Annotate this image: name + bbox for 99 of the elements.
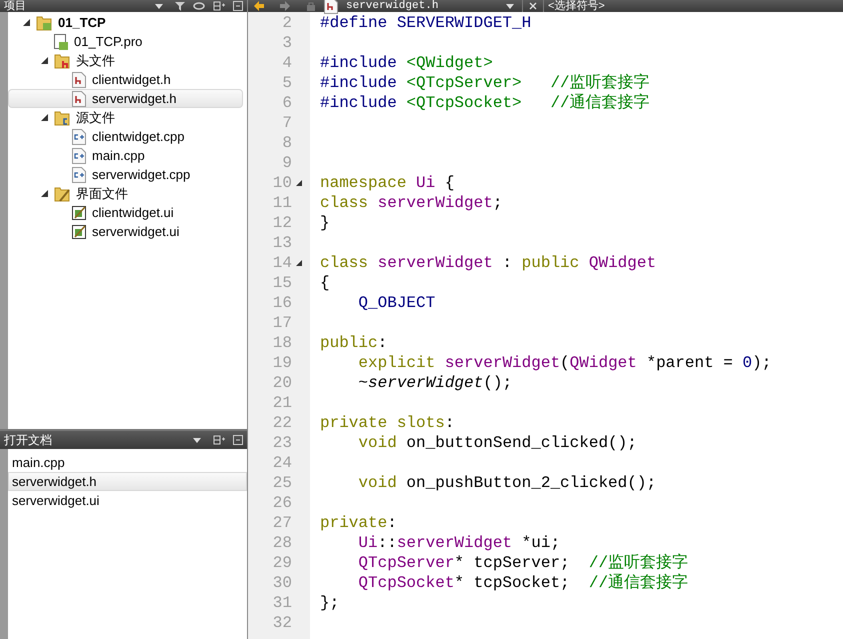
- split-add-icon[interactable]: [213, 1, 225, 11]
- source-file-icon: [72, 128, 86, 144]
- expand-arrow-icon[interactable]: [41, 190, 48, 197]
- line-number: 10: [272, 173, 292, 194]
- line-number: 15: [272, 273, 292, 294]
- line-number: 12: [272, 213, 292, 234]
- tree-item[interactable]: serverwidget.h: [8, 89, 243, 108]
- source-file-icon: [72, 148, 86, 164]
- line-number: 29: [272, 553, 292, 574]
- line-number: 8: [282, 133, 292, 154]
- forward-arrow-icon[interactable]: [280, 1, 290, 11]
- code-line: #include <QWidget>: [320, 53, 493, 74]
- code-line: }: [320, 213, 330, 234]
- split-add-icon[interactable]: [213, 435, 225, 445]
- line-number: 31: [272, 593, 292, 614]
- line-number: 17: [272, 313, 292, 334]
- expand-arrow-icon[interactable]: [23, 19, 30, 26]
- dropdown-caret-icon[interactable]: [193, 438, 201, 442]
- dropdown-caret-icon[interactable]: [155, 4, 163, 8]
- code-line: private slots:: [320, 413, 454, 434]
- line-number: 32: [272, 613, 292, 634]
- code-line: void on_pushButton_2_clicked();: [357, 473, 656, 494]
- line-number: 27: [272, 513, 292, 534]
- code-line: explicit serverWidget(QWidget *parent = 0);: [357, 353, 772, 374]
- tree-item[interactable]: 01_TCP.pro: [8, 32, 243, 51]
- code-line: #include <QTcpServer> //监听套接字: [320, 72, 650, 94]
- code-line: namespace Ui {: [320, 173, 454, 194]
- line-number: 7: [282, 113, 292, 134]
- code-line: public:: [320, 333, 388, 354]
- line-number: 9: [282, 153, 292, 174]
- line-number: 16: [272, 293, 292, 314]
- code-line: Ui::serverWidget *ui;: [357, 533, 560, 554]
- code-line: #define SERVERWIDGET_H: [320, 13, 532, 34]
- form-file-icon: [72, 204, 86, 220]
- line-number: 26: [272, 493, 292, 514]
- code-line: QTcpServer* tcpServer; //监听套接字: [357, 552, 688, 574]
- tree-item[interactable]: clientwidget.ui: [8, 203, 243, 222]
- folder-icon: [54, 186, 70, 202]
- line-number: 19: [272, 353, 292, 374]
- line-number: 5: [282, 73, 292, 94]
- dropdown-caret-icon[interactable]: [506, 4, 514, 8]
- close-icon[interactable]: [529, 2, 537, 10]
- line-number: 28: [272, 533, 292, 554]
- tree-item[interactable]: serverwidget.ui: [8, 222, 243, 241]
- code-line: };: [320, 593, 340, 614]
- line-number: 20: [272, 373, 292, 394]
- line-number: 2: [282, 13, 292, 34]
- line-number: 14: [272, 253, 292, 274]
- tree-item[interactable]: 界面文件: [8, 184, 243, 203]
- line-number: 23: [272, 433, 292, 454]
- header-file-icon: [72, 90, 86, 106]
- folder-icon: [54, 52, 70, 68]
- line-number: 22: [272, 413, 292, 434]
- panel-title: 打开文档: [3, 434, 53, 446]
- back-arrow-icon[interactable]: [254, 1, 264, 11]
- code-line: QTcpSocket* tcpSocket; //通信套接字: [357, 572, 688, 594]
- fold-marker-icon[interactable]: [296, 180, 302, 186]
- code-line: ~serverWidget();: [357, 373, 512, 394]
- close-button[interactable]: [522, 0, 544, 12]
- line-number: 6: [282, 93, 292, 114]
- filter-icon[interactable]: [175, 1, 185, 11]
- tree-item[interactable]: clientwidget.cpp: [8, 127, 243, 146]
- close-panel-icon[interactable]: [233, 435, 243, 445]
- tree-item[interactable]: clientwidget.h: [8, 70, 243, 89]
- code-line: class serverWidget;: [320, 193, 502, 214]
- folder-icon: [54, 110, 70, 126]
- tree-item[interactable]: 头文件: [8, 51, 243, 70]
- code-line: Q_OBJECT: [357, 293, 436, 314]
- panel-title: 项目: [3, 0, 27, 12]
- header-file-icon: [72, 72, 86, 88]
- code-line: class serverWidget : public QWidget: [320, 253, 656, 274]
- open-document-item[interactable]: serverwidget.h: [8, 472, 247, 491]
- project-file-icon: [54, 34, 68, 50]
- fold-marker-icon[interactable]: [296, 260, 302, 266]
- open-document-item[interactable]: main.cpp: [8, 453, 247, 472]
- expand-arrow-icon[interactable]: [41, 57, 48, 64]
- line-number: 30: [272, 573, 292, 594]
- source-file-icon: [72, 166, 86, 182]
- line-number: 13: [272, 233, 292, 254]
- code-line: #include <QTcpSocket> //通信套接字: [320, 92, 650, 114]
- tree-item[interactable]: serverwidget.cpp: [8, 165, 243, 184]
- expand-arrow-icon[interactable]: [41, 114, 48, 121]
- tree-item[interactable]: 源文件: [8, 108, 243, 127]
- line-number: 18: [272, 333, 292, 354]
- project-folder-icon: [36, 14, 52, 30]
- line-number: 11: [272, 193, 292, 214]
- code-line: {: [320, 273, 330, 294]
- tree-item[interactable]: main.cpp: [8, 146, 243, 165]
- tree-item[interactable]: 01_TCP: [8, 13, 243, 32]
- code-line: void on_buttonSend_clicked();: [357, 433, 637, 454]
- line-number: 3: [282, 33, 292, 54]
- close-panel-icon[interactable]: [233, 1, 243, 11]
- line-number: 4: [282, 53, 292, 74]
- open-document-item[interactable]: serverwidget.ui: [8, 491, 247, 510]
- code-line: private:: [320, 513, 397, 534]
- line-number: 24: [272, 453, 292, 474]
- line-number: 21: [272, 393, 292, 414]
- form-file-icon: [72, 224, 86, 240]
- line-number: 25: [272, 473, 292, 494]
